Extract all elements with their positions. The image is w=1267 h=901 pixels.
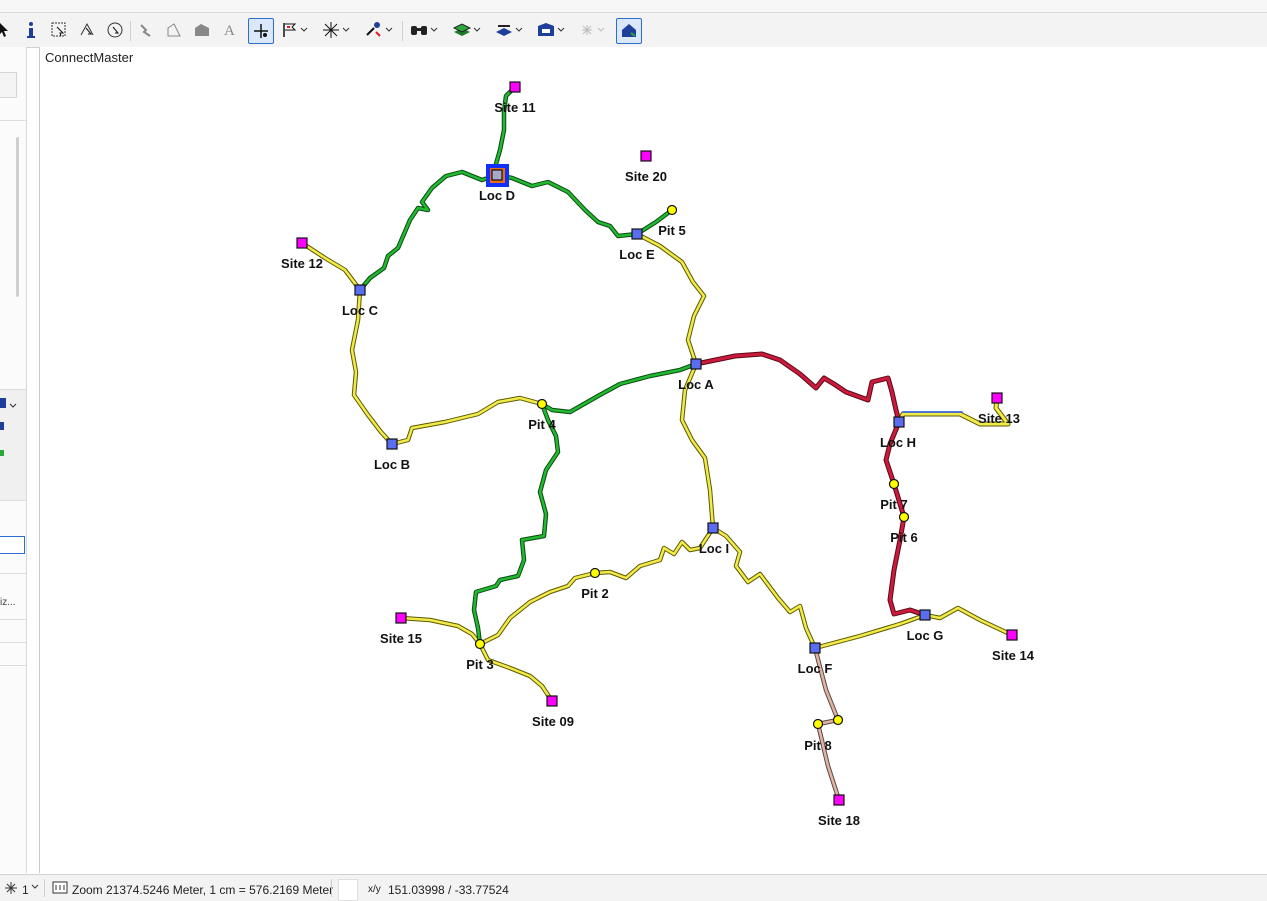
loc-label: Loc C xyxy=(342,303,379,318)
cable-yellow xyxy=(390,396,544,446)
site-label: Site 20 xyxy=(625,169,667,184)
site-node xyxy=(833,794,845,806)
pit-node xyxy=(536,398,548,410)
cable-yellow xyxy=(389,395,545,447)
cable-green xyxy=(540,362,698,414)
scale-icon xyxy=(52,881,68,897)
loc-node xyxy=(809,642,821,654)
loc-label: Loc A xyxy=(678,377,714,392)
site-label: Site 15 xyxy=(380,631,422,646)
chevron-down-icon[interactable] xyxy=(31,881,39,895)
status-separator xyxy=(331,879,332,897)
zoom-readout: Zoom 21374.5246 Meter, 1 cm = 576.2169 M… xyxy=(72,883,334,897)
cable-green xyxy=(495,173,639,238)
loc-label: Loc I xyxy=(699,541,729,556)
pit-label: Pit 8 xyxy=(804,738,831,753)
loc-label: Loc E xyxy=(619,247,655,262)
loc-label: Loc G xyxy=(907,628,944,643)
xy-label: x/y xyxy=(368,884,381,895)
site-label: Site 13 xyxy=(978,411,1020,426)
cable-green xyxy=(472,402,560,646)
pit-label: Pit 6 xyxy=(890,530,917,545)
cable-green xyxy=(494,172,640,239)
loc-label: Loc H xyxy=(880,435,916,450)
loc-node xyxy=(893,416,905,428)
cable-red xyxy=(693,351,902,425)
pit-node xyxy=(812,718,824,730)
pit-label: Pit 4 xyxy=(528,417,556,432)
site-node xyxy=(640,150,652,162)
site-label: Site 11 xyxy=(494,100,535,115)
cable-green xyxy=(357,169,500,293)
site-node xyxy=(296,237,308,249)
site-node xyxy=(1006,629,1018,641)
pit-node xyxy=(888,478,900,490)
cursor-icon[interactable] xyxy=(4,881,18,898)
loc-label: Loc F xyxy=(798,661,833,676)
status-separator xyxy=(44,879,45,897)
pit-label: Pit 3 xyxy=(466,657,493,672)
pit-node xyxy=(589,567,601,579)
cable-yellow xyxy=(592,525,716,581)
pit-node xyxy=(474,638,486,650)
pit-node xyxy=(666,204,678,216)
site-node xyxy=(546,695,558,707)
site-label: Site 09 xyxy=(532,714,574,729)
site-node xyxy=(991,392,1003,404)
cable-yellow xyxy=(477,641,555,704)
site-label: Site 18 xyxy=(818,813,860,828)
site-label: Site 12 xyxy=(281,256,323,271)
site-node xyxy=(395,612,407,624)
loc-node xyxy=(690,358,702,370)
cable-yellow xyxy=(593,526,715,580)
loc-node xyxy=(707,522,719,534)
loc-node xyxy=(386,438,398,450)
pit-label: Pit 5 xyxy=(658,223,685,238)
loc-node xyxy=(919,609,931,621)
xy-readout: 151.03998 / -33.77524 xyxy=(388,883,509,897)
site-node xyxy=(509,81,521,93)
loc-node xyxy=(631,228,643,240)
pit-label: Pit 7 xyxy=(880,497,907,512)
site-label: Site 14 xyxy=(992,648,1035,663)
status-blank-field xyxy=(338,879,358,901)
loc-label: Loc B xyxy=(374,457,410,472)
pit-label: Pit 2 xyxy=(581,586,608,601)
status-bar: 1 Zoom 21374.5246 Meter, 1 cm = 576.2169… xyxy=(0,874,1267,901)
pit-node xyxy=(832,714,844,726)
cursor-count[interactable]: 1 xyxy=(22,883,29,897)
loc-node xyxy=(491,169,503,181)
network-map[interactable]: Loc A Loc B Loc C Loc D Loc E Loc F Loc … xyxy=(0,0,1267,900)
loc-node xyxy=(354,284,366,296)
pit-node xyxy=(898,511,910,523)
loc-label: Loc D xyxy=(479,188,515,203)
